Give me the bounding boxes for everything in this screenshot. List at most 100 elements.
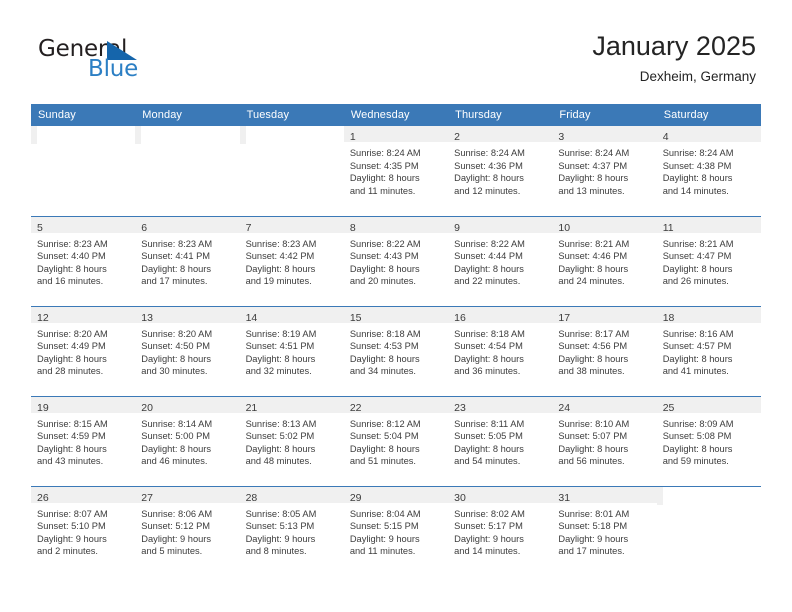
sunrise-text: Sunrise: 8:18 AM (454, 328, 525, 339)
weekday-header-saturday: Saturday (656, 104, 761, 126)
location-subtitle: Dexheim, Germany (639, 69, 756, 84)
sunrise-text: Sunrise: 8:18 AM (349, 328, 421, 339)
daylight-text-line1: Daylight: 9 hours (245, 533, 316, 544)
sunset-text: Sunset: 5:00 PM (141, 431, 211, 442)
daylight-text-line2: and 54 minutes. (454, 456, 521, 467)
day-cell[interactable]: 31 Sunrise: 8:01 AM Sunset: 5:18 PM Dayl… (552, 485, 657, 576)
day-number: 23 (454, 401, 466, 414)
daylight-text-line2: and 28 minutes. (37, 366, 104, 377)
day-cell[interactable]: 9 Sunrise: 8:22 AM Sunset: 4:44 PM Dayli… (448, 215, 553, 306)
day-cell[interactable]: 30 Sunrise: 8:02 AM Sunset: 5:17 PM Dayl… (448, 485, 553, 576)
sunset-text: Sunset: 5:12 PM (141, 521, 211, 532)
week-row: 19 Sunrise: 8:15 AM Sunset: 4:59 PM Dayl… (31, 395, 761, 486)
daylight-text-line1: Daylight: 8 hours (662, 443, 733, 454)
sunset-text: Sunset: 4:36 PM (454, 160, 523, 171)
day-cell[interactable]: 22 Sunrise: 8:12 AM Sunset: 5:04 PM Dayl… (343, 395, 449, 486)
day-number: 3 (558, 131, 565, 143)
daylight-text-line1: Daylight: 8 hours (37, 443, 107, 454)
day-cell[interactable]: 1 Sunrise: 8:24 AM Sunset: 4:35 PM Dayli… (343, 126, 449, 216)
daylight-text-line2: and 38 minutes. (558, 366, 625, 377)
sunrise-text: Sunrise: 8:06 AM (141, 508, 213, 519)
day-cell[interactable]: 5 Sunrise: 8:23 AM Sunset: 4:40 PM Dayli… (31, 215, 136, 306)
day-cell[interactable]: 21 Sunrise: 8:13 AM Sunset: 5:02 PM Dayl… (239, 395, 344, 486)
daylight-text-line2: and 19 minutes. (245, 276, 312, 287)
day-cell[interactable]: 2 Sunrise: 8:24 AM Sunset: 4:36 PM Dayli… (448, 126, 553, 216)
calendar-page: General Blue January 2025 Dexheim, Germa… (0, 0, 792, 612)
day-cell[interactable]: 29 Sunrise: 8:04 AM Sunset: 5:15 PM Dayl… (343, 485, 449, 576)
day-cell[interactable]: 14 Sunrise: 8:19 AM Sunset: 4:51 PM Dayl… (239, 305, 344, 396)
day-cell[interactable]: 19 Sunrise: 8:15 AM Sunset: 4:59 PM Dayl… (31, 395, 136, 486)
day-number: 30 (454, 491, 466, 504)
daylight-text-line1: Daylight: 8 hours (454, 263, 524, 274)
day-cell[interactable]: 10 Sunrise: 8:21 AM Sunset: 4:46 PM Dayl… (552, 215, 657, 306)
sunset-text: Sunset: 4:50 PM (141, 341, 211, 352)
sunset-text: Sunset: 5:04 PM (349, 431, 419, 442)
sunset-text: Sunset: 5:18 PM (558, 521, 628, 532)
title-block: January 2025 Dexheim, Germany (592, 30, 756, 86)
day-number: 8 (349, 221, 356, 234)
day-cell[interactable]: 28 Sunrise: 8:05 AM Sunset: 5:13 PM Dayl… (239, 485, 344, 576)
sunset-text: Sunset: 4:35 PM (349, 160, 419, 171)
day-number: 27 (141, 491, 153, 504)
day-cell[interactable]: 12 Sunrise: 8:20 AM Sunset: 4:49 PM Dayl… (31, 305, 136, 396)
daylight-text-line2: and 20 minutes. (349, 276, 416, 287)
day-cell[interactable]: 8 Sunrise: 8:22 AM Sunset: 4:43 PM Dayli… (343, 215, 449, 306)
day-cell-empty (239, 126, 344, 216)
day-cell[interactable]: 25 Sunrise: 8:09 AM Sunset: 5:08 PM Dayl… (656, 395, 761, 486)
daylight-text-line1: Daylight: 8 hours (37, 353, 107, 364)
sunset-text: Sunset: 4:54 PM (454, 341, 523, 352)
sunrise-text: Sunrise: 8:09 AM (662, 418, 734, 429)
sunset-text: Sunset: 4:59 PM (37, 431, 106, 442)
sunset-text: Sunset: 4:38 PM (662, 160, 732, 171)
day-cell[interactable]: 15 Sunrise: 8:18 AM Sunset: 4:53 PM Dayl… (343, 305, 449, 396)
daylight-text-line1: Daylight: 8 hours (662, 353, 733, 364)
sunrise-text: Sunrise: 8:16 AM (662, 328, 734, 339)
day-cell[interactable]: 3 Sunrise: 8:24 AM Sunset: 4:37 PM Dayli… (552, 126, 657, 216)
day-cell[interactable]: 11 Sunrise: 8:21 AM Sunset: 4:47 PM Dayl… (656, 215, 761, 306)
sunset-text: Sunset: 4:44 PM (454, 251, 523, 262)
day-cell[interactable]: 23 Sunrise: 8:11 AM Sunset: 5:05 PM Dayl… (448, 395, 553, 486)
day-cell[interactable]: 26 Sunrise: 8:07 AM Sunset: 5:10 PM Dayl… (31, 485, 136, 576)
daylight-text-line2: and 30 minutes. (141, 366, 208, 377)
weekday-header-friday: Friday (552, 104, 657, 126)
day-number: 6 (141, 221, 148, 234)
sunset-text: Sunset: 4:53 PM (349, 341, 419, 352)
day-cell[interactable]: 7 Sunrise: 8:23 AM Sunset: 4:42 PM Dayli… (239, 215, 344, 306)
day-number: 2 (454, 131, 460, 143)
sunrise-text: Sunrise: 8:19 AM (245, 328, 317, 339)
daylight-text-line1: Daylight: 8 hours (141, 263, 212, 274)
daylight-text-line2: and 32 minutes. (245, 366, 312, 377)
week-row: 26 Sunrise: 8:07 AM Sunset: 5:10 PM Dayl… (31, 485, 761, 576)
sunset-text: Sunset: 5:07 PM (558, 431, 628, 442)
day-cell[interactable]: 4 Sunrise: 8:24 AM Sunset: 4:38 PM Dayli… (656, 126, 761, 216)
day-cell[interactable]: 20 Sunrise: 8:14 AM Sunset: 5:00 PM Dayl… (135, 395, 240, 486)
daylight-text-line1: Daylight: 9 hours (37, 533, 107, 544)
day-number: 12 (37, 311, 49, 324)
day-number: 21 (245, 401, 258, 414)
sunrise-text: Sunrise: 8:12 AM (349, 418, 421, 429)
day-cell[interactable]: 13 Sunrise: 8:20 AM Sunset: 4:50 PM Dayl… (135, 305, 240, 396)
day-cell[interactable]: 16 Sunrise: 8:18 AM Sunset: 4:54 PM Dayl… (448, 305, 553, 396)
day-cell[interactable]: 18 Sunrise: 8:16 AM Sunset: 4:57 PM Dayl… (656, 305, 761, 396)
day-cell[interactable]: 24 Sunrise: 8:10 AM Sunset: 5:07 PM Dayl… (552, 395, 657, 486)
daylight-text-line1: Daylight: 8 hours (349, 263, 420, 274)
day-number: 31 (558, 491, 571, 504)
daylight-text-line1: Daylight: 8 hours (245, 443, 316, 454)
weekday-header-row: Sunday Monday Tuesday Wednesday Thursday… (31, 104, 761, 126)
weekday-header-thursday: Thursday (448, 104, 553, 126)
day-cell[interactable]: 27 Sunrise: 8:06 AM Sunset: 5:12 PM Dayl… (135, 485, 240, 576)
daylight-text-line2: and 16 minutes. (37, 276, 104, 287)
sunset-text: Sunset: 4:46 PM (558, 251, 628, 262)
day-cell[interactable]: 17 Sunrise: 8:17 AM Sunset: 4:56 PM Dayl… (552, 305, 657, 396)
sunrise-text: Sunrise: 8:21 AM (558, 238, 630, 249)
daylight-text-line2: and 17 minutes. (141, 276, 208, 287)
sunrise-text: Sunrise: 8:04 AM (349, 508, 421, 519)
day-cell[interactable]: 6 Sunrise: 8:23 AM Sunset: 4:41 PM Dayli… (135, 215, 240, 306)
day-number: 17 (558, 311, 571, 324)
daylight-text-line2: and 8 minutes. (245, 546, 307, 557)
sunset-text: Sunset: 5:08 PM (662, 431, 732, 442)
sunset-text: Sunset: 4:51 PM (245, 341, 315, 352)
sunset-text: Sunset: 4:40 PM (37, 251, 106, 262)
daylight-text-line1: Daylight: 8 hours (349, 173, 420, 184)
daylight-text-line1: Daylight: 8 hours (662, 263, 733, 274)
